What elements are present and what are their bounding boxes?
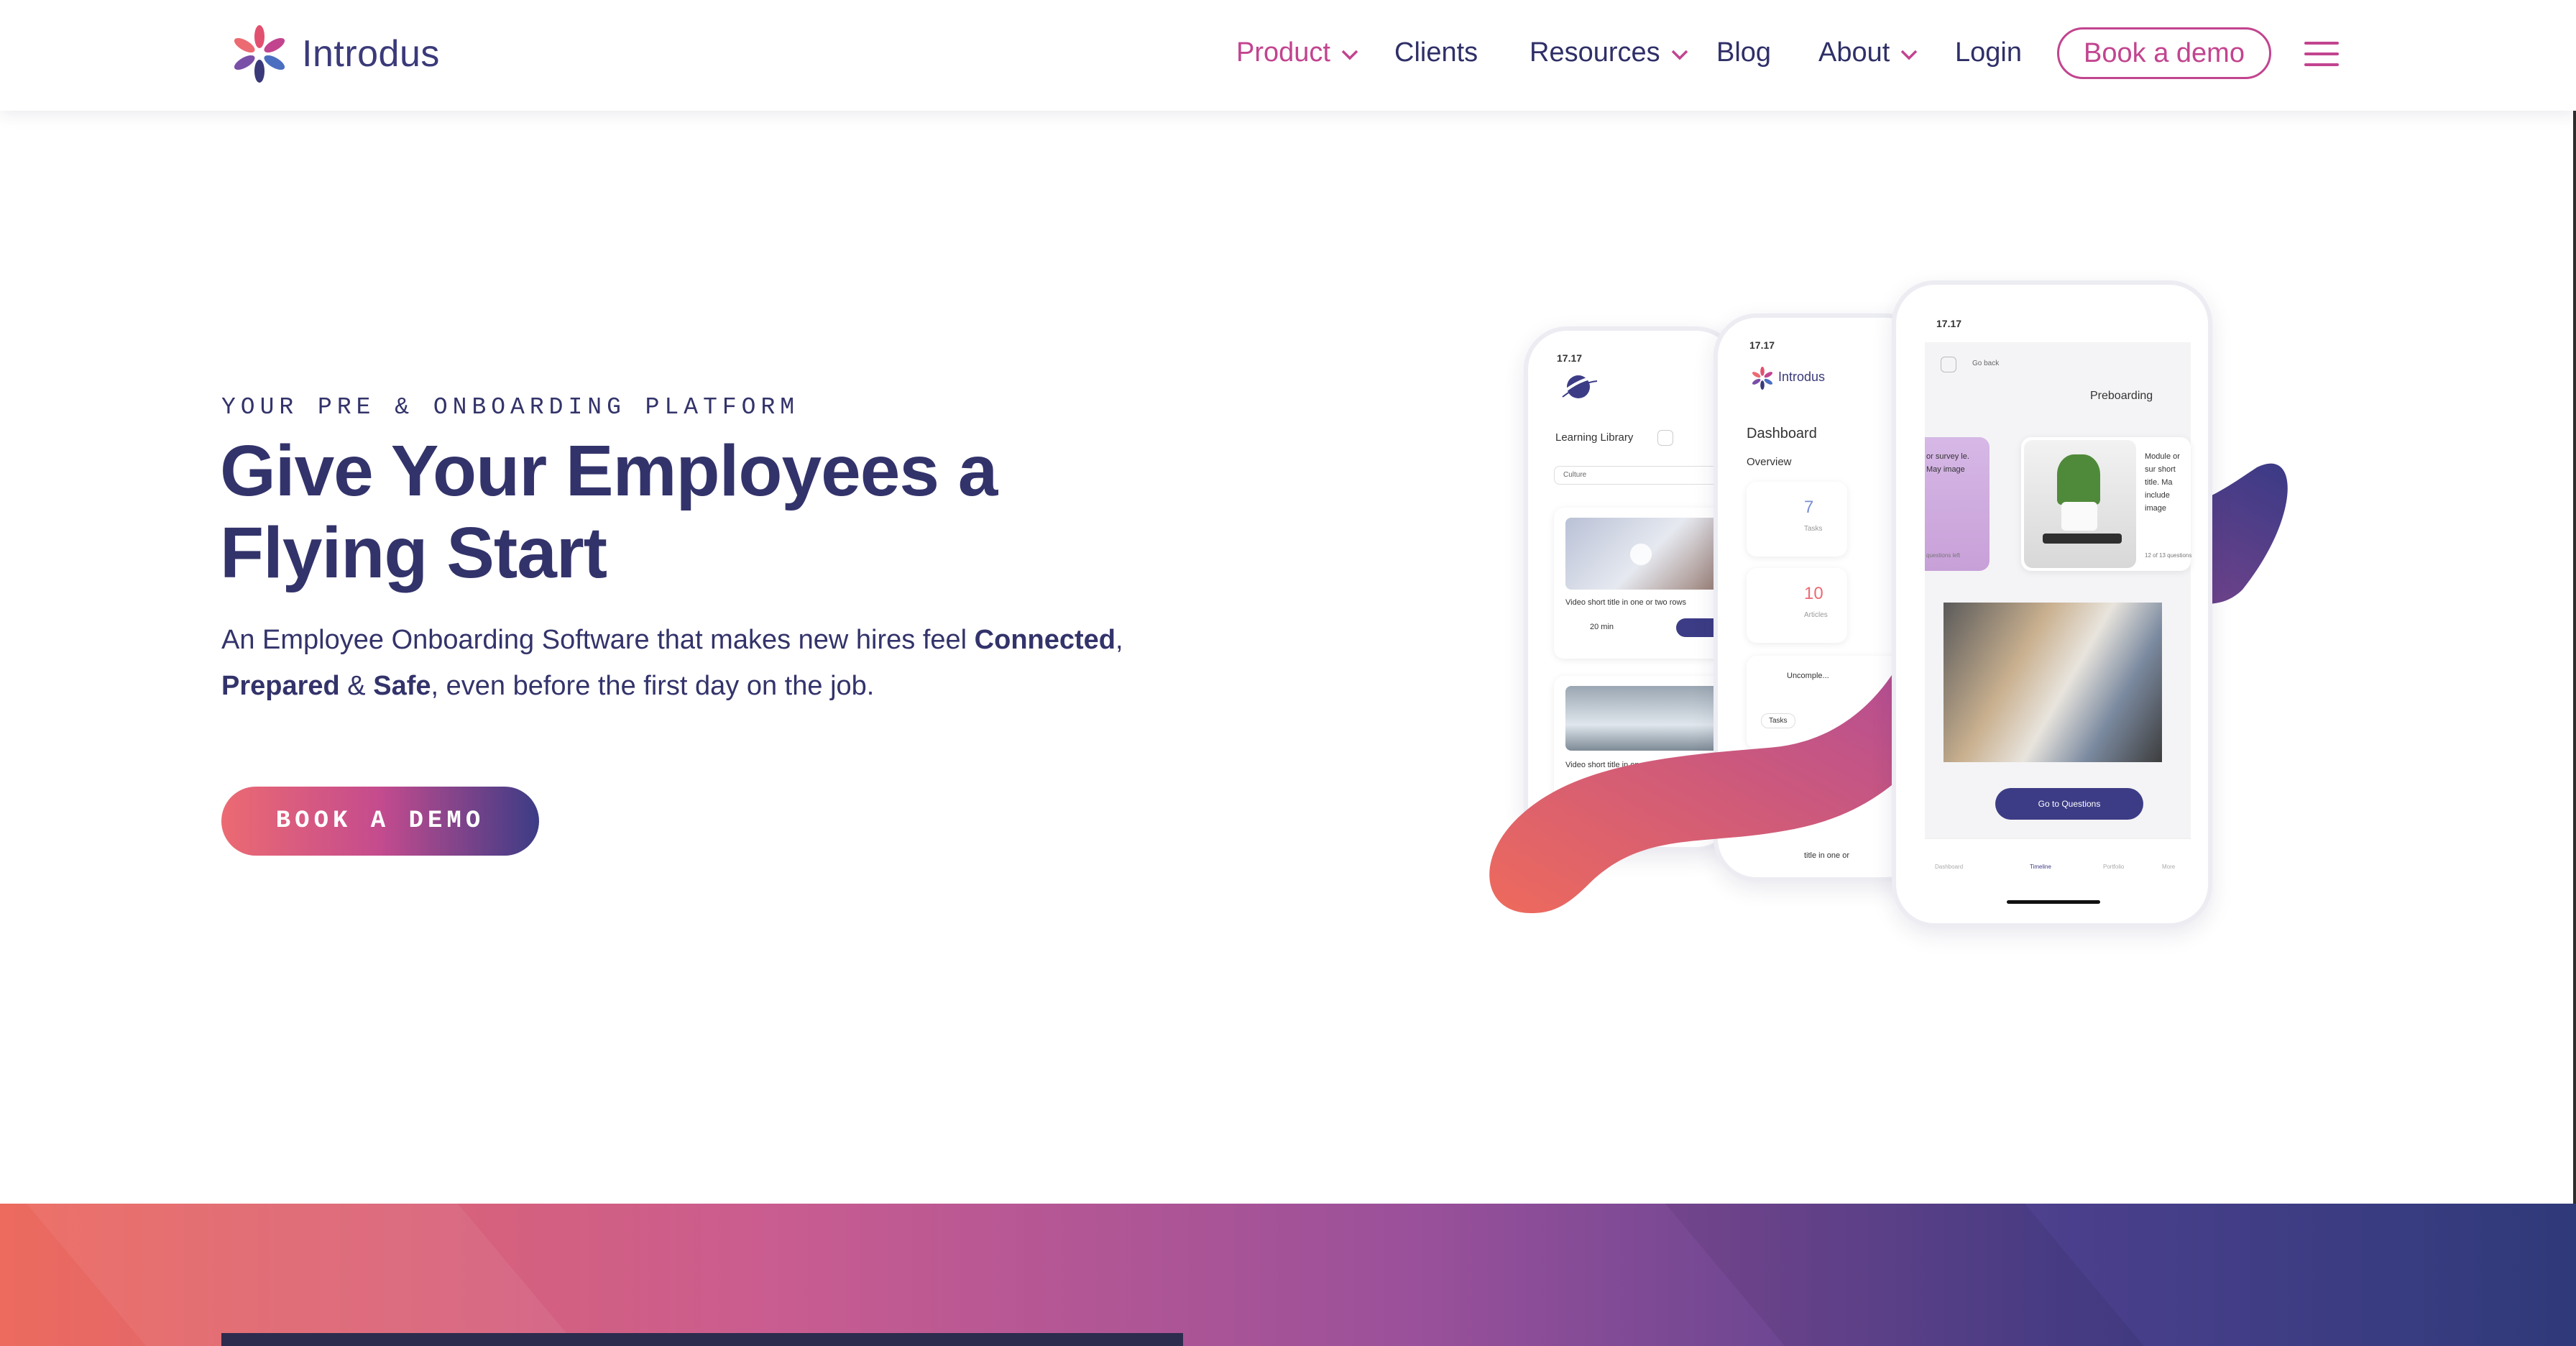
hero-subtitle-connected: Connected [974,625,1116,655]
nav-clients[interactable]: Clients [1394,37,1478,68]
nav-resources-label: Resources [1530,37,1660,68]
hero-subtitle-text: & [339,671,374,701]
nav-resources[interactable]: Resources [1530,37,1689,68]
logo-mark-icon [234,25,285,83]
gradient-band [0,1204,2576,1346]
hero-eyebrow: YOUR PRE & ONBOARDING PLATFORM [221,394,800,421]
hero-title-line1: Give Your Employees a [220,431,998,511]
home-indicator [2007,900,2100,904]
team-photo [1944,603,2162,762]
chevron-down-icon [1341,50,1358,60]
module-card-text: or survey le. May image [1926,452,1969,474]
app-illustration: 17.17 Learning Library Culture Video sho… [1466,280,2314,956]
hero-subtitle-safe: Safe [373,671,431,701]
book-demo-button[interactable]: Book a demo [2057,27,2271,79]
tab-timeline[interactable]: Timeline [2030,864,2051,870]
hero-title-line2: Flying Start [220,513,607,593]
hero-subtitle-text: An Employee Onboarding Software that mak… [221,625,975,655]
tab-portfolio[interactable]: Portfolio [2103,864,2124,870]
chevron-down-icon [1671,50,1688,60]
module-card[interactable]: or survey le. May image questions left [1925,437,1990,571]
hero-subtitle-prepared: Prepared [221,671,340,701]
logo-text: Introdus [302,33,440,75]
tab-dashboard[interactable]: Dashboard [1935,864,1963,870]
page-edge-divider [2573,111,2576,1204]
nav-about-label: About [1818,37,1890,68]
hero-subtitle: An Employee Onboarding Software that mak… [221,617,1156,709]
video-preview[interactable] [221,1333,1183,1346]
logo[interactable]: Introdus [229,22,440,86]
nav-product-label: Product [1236,37,1330,68]
back-icon[interactable] [1941,357,1956,372]
module-card[interactable]: Module or sur short title. Ma include im… [2021,437,2191,571]
nav-login[interactable]: Login [1955,37,2022,68]
nav-login-label: Login [1955,37,2022,68]
menu-icon[interactable] [2304,42,2339,66]
phone-preboarding: 17.17 Go back Preboarding or survey le. … [1892,280,2212,928]
chevron-down-icon [1901,50,1918,60]
tab-more[interactable]: More [2162,864,2175,870]
module-card-meta: 12 of 13 questions [2145,552,2192,559]
plant-image [2024,440,2136,568]
nav-clients-label: Clients [1394,37,1478,68]
nav-about[interactable]: About [1818,37,1918,68]
nav-product[interactable]: Product [1236,37,1359,68]
hero-book-demo-button[interactable]: BOOK A DEMO [221,787,539,856]
bottom-tab-bar: Dashboard Timeline Portfolio More [1925,838,2191,874]
nav-blog[interactable]: Blog [1716,37,1771,68]
nav-blog-label: Blog [1716,37,1772,68]
site-header: Introdus Product Clients Resources Blog … [0,0,2576,111]
module-card-text: Module or sur short title. Ma include im… [2145,452,2180,513]
go-to-questions-button[interactable]: Go to Questions [1995,788,2143,820]
preboarding-heading: Preboarding [2090,390,2153,402]
preboarding-screen: Go back Preboarding or survey le. May im… [1925,342,2191,874]
hero-title: Give Your Employees a Flying Start [220,430,1154,594]
hero-subtitle-text: , even before the first day on the job. [431,671,875,701]
go-back-link[interactable]: Go back [1972,360,1999,367]
module-card-meta: questions left [1926,552,1961,559]
phone-time: 17.17 [1936,318,1962,329]
hero-subtitle-text: , [1116,625,1123,655]
